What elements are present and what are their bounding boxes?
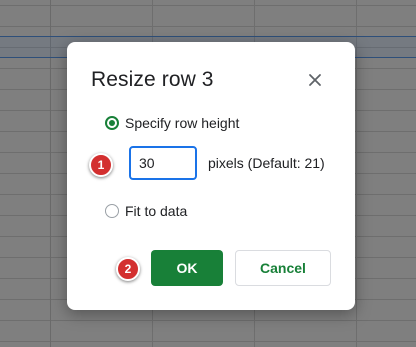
cancel-button[interactable]: Cancel [235, 250, 331, 286]
dialog-title: Resize row 3 [91, 68, 214, 91]
fit-to-data-radio-button[interactable] [105, 204, 119, 218]
step-1-badge: 1 [89, 153, 113, 177]
fit-to-data-option[interactable]: Fit to data [105, 203, 187, 219]
close-icon [309, 74, 321, 86]
specify-radio-button[interactable] [105, 116, 119, 130]
resize-row-dialog: Resize row 3 Specify row height pixels (… [67, 42, 355, 310]
pixels-default-hint: pixels (Default: 21) [208, 155, 325, 171]
row-height-input[interactable] [129, 146, 197, 180]
specify-row-height-label: Specify row height [125, 115, 240, 131]
fit-to-data-label: Fit to data [125, 203, 188, 219]
ok-button[interactable]: OK [151, 250, 223, 286]
specify-row-height-option[interactable]: Specify row height [105, 115, 239, 131]
close-button[interactable] [303, 68, 327, 92]
step-2-badge: 2 [116, 257, 140, 281]
